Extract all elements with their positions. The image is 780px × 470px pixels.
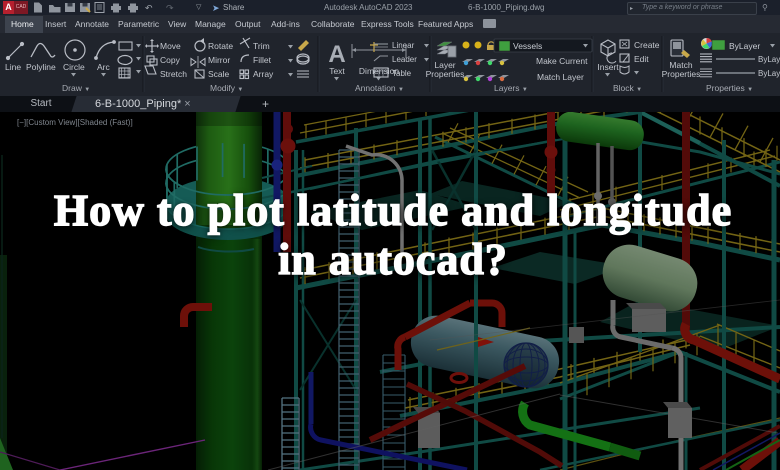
svg-text:ByLayer: ByLayer xyxy=(729,41,760,51)
svg-text:Make Current: Make Current xyxy=(536,56,588,66)
svg-text:ByLayer: ByLayer xyxy=(758,55,780,64)
svg-text:Properties: Properties xyxy=(662,69,701,79)
svg-text:Leader: Leader xyxy=(392,55,417,64)
svg-text:Text: Text xyxy=(329,66,345,76)
svg-text:Stretch: Stretch xyxy=(160,69,187,79)
svg-text:Copy: Copy xyxy=(160,55,181,65)
svg-text:Line: Line xyxy=(5,62,21,72)
svg-text:Scale: Scale xyxy=(208,69,230,79)
svg-text:A: A xyxy=(328,41,345,68)
svg-text:Fillet: Fillet xyxy=(253,55,272,65)
svg-text:Arc: Arc xyxy=(97,62,111,72)
svg-text:Insert: Insert xyxy=(597,62,619,72)
svg-text:Polyline: Polyline xyxy=(26,62,56,72)
svg-text:Circle: Circle xyxy=(63,62,85,72)
svg-text:Properties: Properties xyxy=(426,69,465,79)
svg-text:Edit: Edit xyxy=(634,54,649,64)
svg-text:Table: Table xyxy=(392,69,412,78)
svg-text:Mirror: Mirror xyxy=(208,55,230,65)
svg-text:Linear: Linear xyxy=(392,41,415,50)
svg-text:ByLayer: ByLayer xyxy=(758,69,780,78)
svg-text:Match Layer: Match Layer xyxy=(537,72,584,82)
svg-text:Vessels: Vessels xyxy=(513,41,542,51)
svg-text:Trim: Trim xyxy=(253,41,270,51)
svg-text:Move: Move xyxy=(160,41,181,51)
svg-text:Array: Array xyxy=(253,69,274,79)
svg-text:Rotate: Rotate xyxy=(208,41,233,51)
svg-text:Create: Create xyxy=(634,40,660,50)
